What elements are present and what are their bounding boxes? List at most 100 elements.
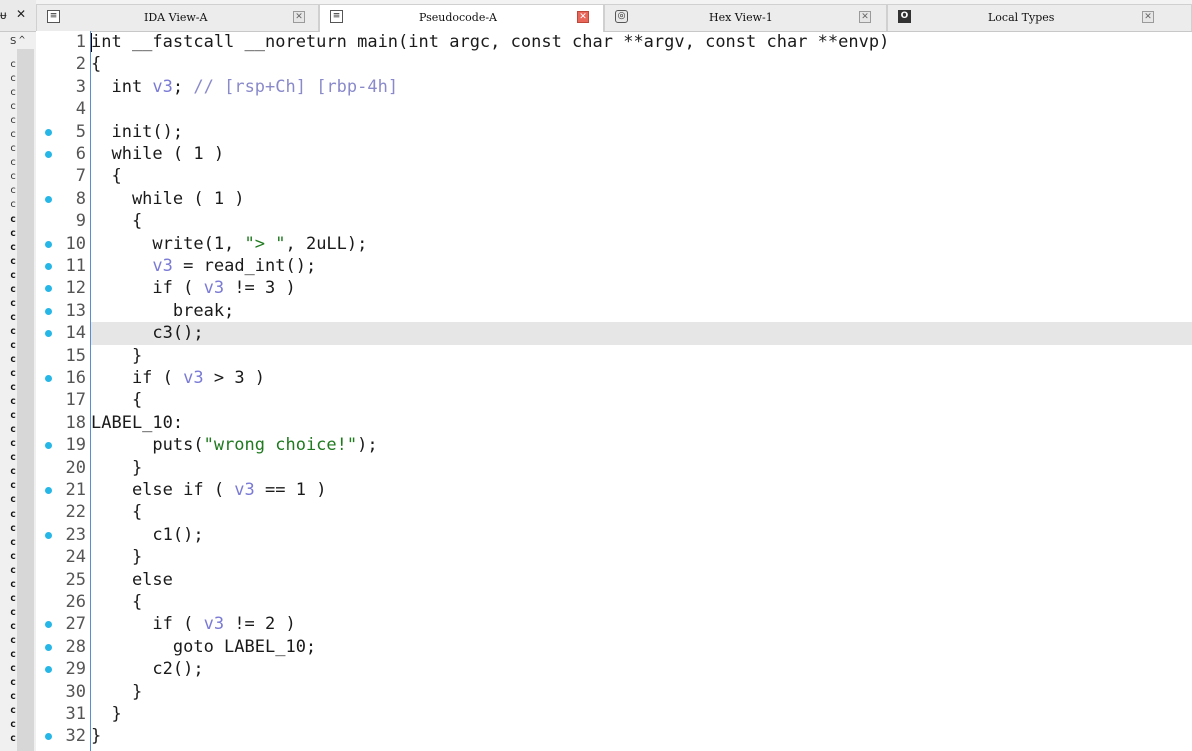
code-text[interactable]: int v3; // [rsp+Ch] [rbp-4h]	[91, 76, 1192, 98]
breakpoint-dot-icon[interactable]	[45, 263, 52, 270]
function-list-item[interactable]: c	[10, 58, 16, 72]
function-list-item[interactable]: c	[10, 550, 16, 564]
code-text[interactable]: {	[91, 53, 1192, 75]
code-text[interactable]: while ( 1 )	[91, 188, 1192, 210]
function-list-item[interactable]: c	[10, 100, 16, 114]
code-line[interactable]: 18 LABEL_10:	[36, 412, 1192, 434]
code-text[interactable]: v3 = read_int();	[91, 255, 1192, 277]
code-text[interactable]: if ( v3 != 2 )	[91, 613, 1192, 635]
function-list-item[interactable]: c	[10, 198, 16, 212]
breakpoint-dot-icon[interactable]	[45, 128, 52, 136]
function-list-item[interactable]: c	[10, 732, 16, 746]
code-line[interactable]: 13 break;	[36, 300, 1192, 322]
code-text[interactable]: else if ( v3 == 1 )	[91, 479, 1192, 501]
function-list-item[interactable]: c	[10, 184, 16, 198]
scrollbar[interactable]	[17, 49, 34, 751]
tab-pseudocode-a[interactable]: ≡ Pseudocode-A ✕	[319, 4, 604, 32]
code-text[interactable]: }	[91, 345, 1192, 367]
code-line[interactable]: 2{	[36, 53, 1192, 75]
breakpoint-dot-icon[interactable]	[45, 487, 52, 494]
function-list-item[interactable]: c	[10, 592, 16, 606]
code-line[interactable]: 15 }	[36, 345, 1192, 367]
pin-icon[interactable]: ᵾ	[0, 8, 7, 22]
code-text[interactable]: if ( v3 != 3 )	[91, 277, 1192, 299]
function-list-item[interactable]: c	[10, 718, 16, 732]
breakpoint-dot-icon[interactable]	[45, 621, 52, 629]
function-list-item[interactable]: c	[10, 690, 16, 704]
close-icon[interactable]: ✕	[859, 11, 871, 23]
tab-local-types[interactable]: O Local Types ✕	[887, 4, 1192, 31]
code-line[interactable]: 31 }	[36, 703, 1192, 725]
breakpoint-dot-icon[interactable]	[45, 151, 52, 158]
close-icon[interactable]: ✕	[16, 7, 26, 21]
pseudocode-view[interactable]: 1 int __fastcall __noreturn main(int argc…	[36, 31, 1192, 751]
code-text[interactable]: LABEL_10:	[91, 412, 1192, 434]
code-text[interactable]: break;	[91, 300, 1192, 322]
code-line[interactable]: 20 }	[36, 457, 1192, 479]
function-list-item[interactable]: c	[10, 676, 16, 690]
code-text[interactable]	[91, 98, 1192, 120]
breakpoint-dot-icon[interactable]	[45, 531, 52, 539]
code-line[interactable]: 9 {	[36, 210, 1192, 232]
breakpoint-dot-icon[interactable]	[45, 307, 52, 315]
close-icon[interactable]: ✕	[293, 11, 305, 23]
function-list-item[interactable]: c	[10, 142, 16, 156]
function-list-item[interactable]: c	[10, 283, 16, 297]
function-list-item[interactable]: c	[10, 606, 16, 620]
function-list-item[interactable]: c	[10, 311, 16, 325]
code-line[interactable]: 29 c2();	[36, 658, 1192, 680]
code-line[interactable]: 26 {	[36, 591, 1192, 613]
code-text[interactable]: goto LABEL_10;	[91, 636, 1192, 658]
code-text[interactable]: c3();	[91, 322, 1192, 345]
code-text[interactable]: {	[91, 501, 1192, 523]
code-line[interactable]: 25 else	[36, 569, 1192, 591]
code-text[interactable]: init();	[91, 121, 1192, 143]
breakpoint-dot-icon[interactable]	[45, 733, 52, 741]
function-list-item[interactable]: c	[10, 381, 16, 395]
breakpoint-dot-icon[interactable]	[45, 240, 52, 248]
code-text[interactable]: puts("wrong choice!");	[91, 434, 1192, 456]
code-line[interactable]: 30 }	[36, 681, 1192, 703]
code-line[interactable]: 7 {	[36, 165, 1192, 187]
function-list-item[interactable]: c	[10, 423, 16, 437]
function-list-item[interactable]: c	[10, 170, 16, 184]
code-line[interactable]: 14 c3();	[36, 322, 1192, 345]
function-list-item[interactable]: c	[10, 451, 16, 465]
function-list-item[interactable]: c	[10, 508, 16, 522]
tab-ida-view-a[interactable]: ≡ IDA View-A ✕	[36, 4, 319, 31]
breakpoint-dot-icon[interactable]	[45, 285, 52, 293]
code-text[interactable]: int __fastcall __noreturn main(int argc,…	[91, 31, 1192, 53]
function-list-item[interactable]: c	[10, 255, 16, 269]
function-list-item[interactable]: c	[10, 648, 16, 662]
close-icon[interactable]: ✕	[1142, 11, 1154, 23]
function-list-item[interactable]: c	[10, 339, 16, 353]
breakpoint-dot-icon[interactable]	[45, 330, 52, 338]
code-line[interactable]: 28 goto LABEL_10;	[36, 636, 1192, 658]
function-list-item[interactable]: c	[10, 479, 16, 493]
chevron-up-icon[interactable]: ^	[19, 35, 25, 46]
breakpoint-dot-icon[interactable]	[45, 375, 52, 382]
code-text[interactable]: {	[91, 389, 1192, 411]
code-line[interactable]: 1 int __fastcall __noreturn main(int argc…	[36, 31, 1192, 53]
code-text[interactable]: }	[91, 703, 1192, 725]
code-text[interactable]: }	[91, 546, 1192, 568]
function-list-item[interactable]: c	[10, 297, 16, 311]
function-list-item[interactable]: c	[10, 437, 16, 451]
code-line[interactable]: 19 puts("wrong choice!");	[36, 434, 1192, 456]
code-line[interactable]: 11 v3 = read_int();	[36, 255, 1192, 277]
function-list-item[interactable]: c	[10, 114, 16, 128]
code-line[interactable]: 22 {	[36, 501, 1192, 523]
function-list-item[interactable]: c	[10, 493, 16, 507]
sort-icon[interactable]: S	[10, 36, 16, 47]
code-line[interactable]: 5 init();	[36, 121, 1192, 143]
function-list-item[interactable]: c	[10, 72, 16, 86]
code-text[interactable]: }	[91, 725, 1192, 747]
code-line[interactable]: 32}	[36, 725, 1192, 747]
function-list-item[interactable]: c	[10, 156, 16, 170]
code-text[interactable]: c2();	[91, 658, 1192, 680]
function-list-item[interactable]: c	[10, 269, 16, 283]
breakpoint-dot-icon[interactable]	[45, 666, 52, 674]
code-text[interactable]: }	[91, 457, 1192, 479]
function-list-item[interactable]: c	[10, 128, 16, 142]
code-line[interactable]: 8 while ( 1 )	[36, 188, 1192, 210]
